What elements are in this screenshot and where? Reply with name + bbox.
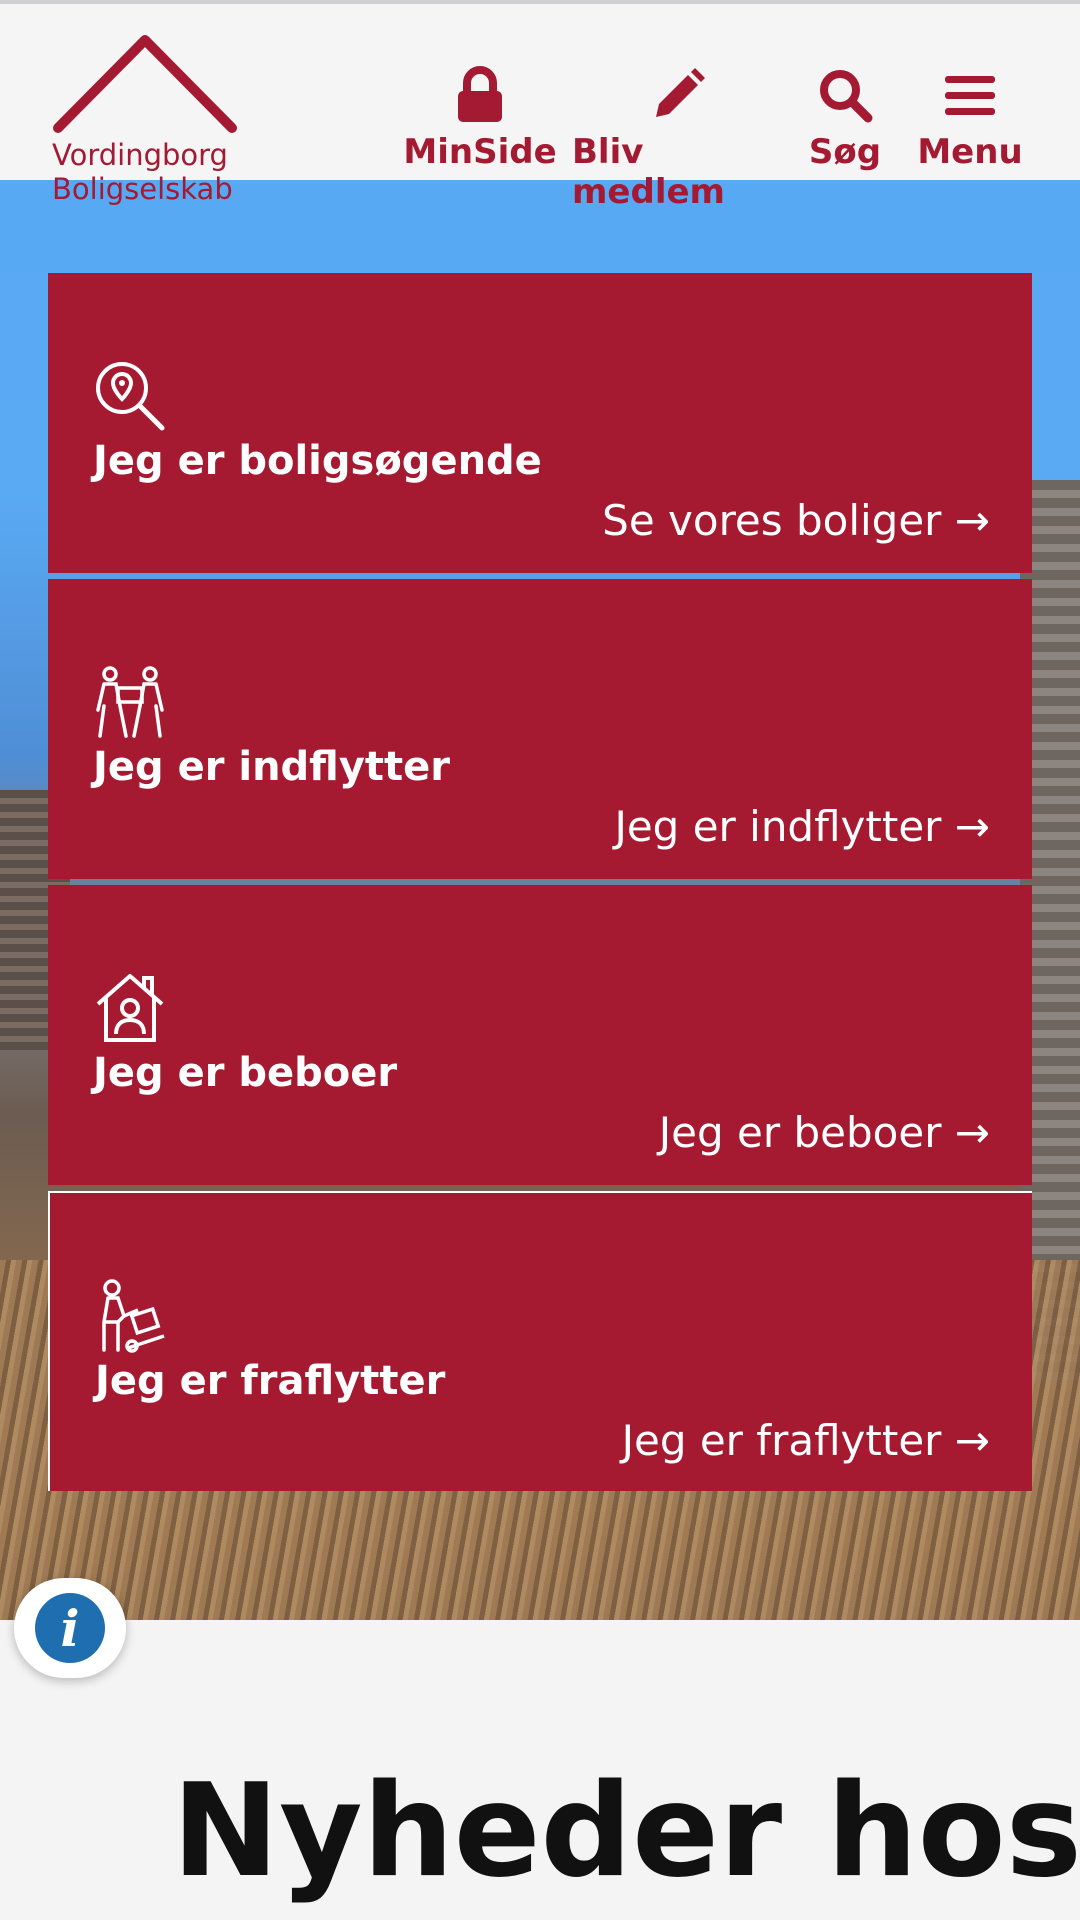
- house-person-icon: [96, 974, 164, 1042]
- bliv-medlem-button[interactable]: Bliv medlem: [572, 66, 784, 212]
- info-icon: i: [35, 1593, 105, 1663]
- persona-cards: Jeg er boligsøgende Se vores boliger → J…: [48, 273, 1032, 1497]
- search-icon: [820, 70, 873, 123]
- menu-label: Menu: [917, 132, 1023, 172]
- card-link[interactable]: Jeg er fraflytter →: [622, 1415, 990, 1467]
- menu-button[interactable]: Menu: [915, 66, 1025, 172]
- news-heading: Nyheder hos: [172, 1757, 1080, 1906]
- card-title: Jeg er fraflytter: [95, 1358, 446, 1404]
- house-roof-icon: [53, 35, 237, 133]
- minside-label: MinSide: [403, 132, 557, 172]
- lock-icon: [458, 66, 502, 122]
- card-link[interactable]: Se vores boliger →: [602, 495, 990, 547]
- card-fraflytter[interactable]: Jeg er fraflytter Jeg er fraflytter →: [48, 1191, 1032, 1491]
- brand-line1: Vordingborg: [52, 138, 228, 172]
- location-search-icon: [96, 362, 165, 431]
- pencil-icon: [656, 68, 705, 117]
- card-beboer[interactable]: Jeg er beboer Jeg er beboer →: [48, 885, 1032, 1185]
- brand-line2: Boligselskab: [52, 172, 233, 206]
- bliv-medlem-label: Bliv medlem: [572, 132, 725, 212]
- search-label: Søg: [808, 132, 882, 172]
- card-title: Jeg er indflytter: [93, 744, 450, 790]
- hamburger-icon: [945, 76, 995, 115]
- search-button[interactable]: Søg: [805, 66, 885, 172]
- info-button[interactable]: i: [14, 1578, 126, 1678]
- minside-button[interactable]: MinSide: [403, 66, 557, 172]
- person-trolley-icon: [102, 1279, 165, 1353]
- card-link[interactable]: Jeg er beboer →: [659, 1107, 990, 1159]
- card-boligsogende[interactable]: Jeg er boligsøgende Se vores boliger →: [48, 273, 1032, 573]
- card-title: Jeg er boligsøgende: [93, 438, 542, 484]
- brand-name: Vordingborg Boligselskab: [52, 138, 252, 206]
- brand-logo[interactable]: Vordingborg Boligselskab: [52, 32, 252, 206]
- hero-banner: Jeg er boligsøgende Se vores boliger → J…: [0, 180, 1080, 1620]
- card-indflytter[interactable]: Jeg er indflytter Jeg er indflytter →: [48, 579, 1032, 879]
- site-header: Vordingborg Boligselskab MinSide Bliv me…: [0, 0, 1080, 212]
- card-title: Jeg er beboer: [93, 1050, 398, 1096]
- movers-icon: [96, 666, 164, 738]
- card-link[interactable]: Jeg er indflytter →: [614, 801, 990, 853]
